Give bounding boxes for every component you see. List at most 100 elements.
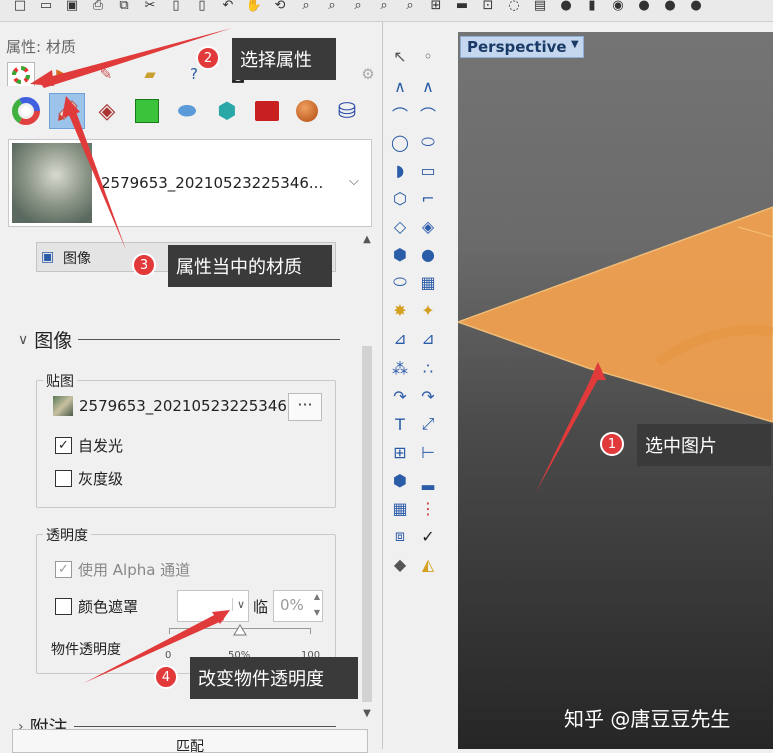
zoom-all-icon[interactable]: ⌕ xyxy=(400,0,420,14)
light-tool-icon[interactable]: ◭ xyxy=(416,552,440,576)
zoom-icon[interactable]: ⌕ xyxy=(296,0,316,14)
subtab-texture-ball[interactable] xyxy=(289,93,325,129)
loft-icon[interactable]: ◈ xyxy=(416,214,440,238)
surface-icon[interactable]: ◇ xyxy=(388,214,412,238)
spin-down-icon[interactable]: ▼ xyxy=(314,608,320,617)
move-icon[interactable]: ↷ xyxy=(388,384,412,408)
ellipse-icon[interactable]: ⬭ xyxy=(416,130,440,154)
tab-material[interactable] xyxy=(7,62,35,86)
copy-icon[interactable]: ⧉ xyxy=(114,0,134,14)
zoom-window-icon[interactable]: ⌕ xyxy=(322,0,342,14)
match-button[interactable]: 匹配 xyxy=(12,729,368,753)
render-shape-icon[interactable]: ◆ xyxy=(388,552,412,576)
rotate-icon[interactable]: ⟲ xyxy=(270,0,290,14)
scale-icon[interactable]: ⤢ xyxy=(416,412,440,436)
checkbox-box[interactable]: ✓ xyxy=(55,561,72,578)
grayscale-checkbox[interactable]: 灰度级 xyxy=(55,468,123,489)
tab-decal[interactable]: ✎ xyxy=(92,62,120,86)
polyline-icon[interactable]: ∧ xyxy=(388,74,412,98)
scroll-down-icon[interactable]: ▼ xyxy=(360,708,374,719)
subtab-database[interactable]: ⛁ xyxy=(329,93,365,129)
vertical-scrollbar[interactable]: ▲ ▼ xyxy=(360,232,374,724)
rectangle-icon[interactable]: ▭ xyxy=(416,158,440,182)
pan-hand-icon[interactable]: ✋ xyxy=(244,0,264,14)
layer-icon[interactable]: ▤ xyxy=(530,0,550,14)
mesh-icon[interactable]: ▦ xyxy=(416,270,440,294)
threshold-input[interactable]: 0% ▲ ▼ xyxy=(273,590,323,622)
zoom-selected-icon[interactable]: ⌕ xyxy=(374,0,394,14)
light-icon[interactable]: ● xyxy=(556,0,576,14)
select-arrow-icon[interactable]: ↖ xyxy=(388,44,412,68)
ungroup-icon[interactable]: ∴ xyxy=(416,356,440,380)
selected-image-plane[interactable] xyxy=(458,32,773,749)
curve-icon[interactable]: ⌒ xyxy=(388,102,412,126)
block-icon[interactable]: ⬢ xyxy=(388,468,412,492)
texture-browse-button[interactable]: ··· xyxy=(288,393,322,421)
subtab-shape[interactable]: ⬢ xyxy=(209,93,245,129)
rotate-view-icon[interactable]: ◌ xyxy=(504,0,524,14)
viewport-title-tab[interactable]: Perspective ▼ xyxy=(460,36,584,58)
spin-up-icon[interactable]: ▲ xyxy=(314,592,320,601)
transparency-slider-handle[interactable] xyxy=(233,624,247,636)
paste-icon[interactable]: ▯ xyxy=(166,0,186,14)
curve-points-icon[interactable]: ⌒ xyxy=(416,102,440,126)
lock-icon[interactable]: ▮ xyxy=(582,0,602,14)
analyze-icon[interactable]: ⧈ xyxy=(388,524,412,548)
tab-settings[interactable]: ⚙ xyxy=(354,62,382,86)
ruler-icon[interactable]: ▂ xyxy=(416,468,440,492)
explode-icon[interactable]: ✦ xyxy=(416,298,440,322)
new-file-icon[interactable]: □ xyxy=(10,0,30,14)
copy-points-icon[interactable]: ↷ xyxy=(416,384,440,408)
grid-icon[interactable]: ⊡ xyxy=(478,0,498,14)
image-section-header[interactable]: ∨ 图像 xyxy=(18,326,341,353)
split-icon[interactable]: ⊿ xyxy=(416,326,440,350)
render-icon[interactable]: ● xyxy=(660,0,680,14)
subtab-material[interactable] xyxy=(49,93,85,129)
material-ball-icon[interactable]: ● xyxy=(634,0,654,14)
car-icon[interactable]: ▬ xyxy=(452,0,472,14)
clipboard-icon[interactable]: ▯ xyxy=(192,0,212,14)
checkbox-box[interactable] xyxy=(55,470,72,487)
group-icon[interactable]: ⁂ xyxy=(388,356,412,380)
array-icon[interactable]: ▦ xyxy=(388,496,412,520)
scroll-up-icon[interactable]: ▲ xyxy=(360,234,374,245)
align-icon[interactable]: ⊞ xyxy=(388,440,412,464)
tab-render[interactable]: ▶ xyxy=(48,62,76,86)
print-icon[interactable]: ⎙ xyxy=(88,0,108,14)
cylinder-icon[interactable]: ⬭ xyxy=(388,270,412,294)
chevron-down-icon[interactable]: ▼ xyxy=(571,39,579,50)
fillet-icon[interactable]: ⌐ xyxy=(416,186,440,210)
box-icon[interactable]: ⬢ xyxy=(388,242,412,266)
subtab-plane[interactable] xyxy=(129,93,165,129)
zoom-extents-icon[interactable]: ⌕ xyxy=(348,0,368,14)
cut-icon[interactable]: ✂ xyxy=(140,0,160,14)
gear-transform-icon[interactable]: ✸ xyxy=(388,298,412,322)
point-icon[interactable]: ◦ xyxy=(416,44,440,68)
perspective-viewport[interactable]: Perspective ▼ xyxy=(458,32,773,749)
trim-icon[interactable]: ⊿ xyxy=(388,326,412,350)
checkbox-box[interactable]: ✓ xyxy=(55,437,72,454)
text-icon[interactable]: T xyxy=(388,412,412,436)
chevron-down-icon[interactable]: ⌵ xyxy=(349,174,359,189)
dimension-icon[interactable]: ⊢ xyxy=(416,440,440,464)
subtab-pattern[interactable]: ◈ xyxy=(89,93,125,129)
render-preview-icon[interactable]: ● xyxy=(686,0,706,14)
sphere-icon[interactable]: ● xyxy=(416,242,440,266)
array-linear-icon[interactable]: ⋮ xyxy=(416,496,440,520)
subtab-color[interactable] xyxy=(8,93,44,129)
arc-icon[interactable]: ◗ xyxy=(388,158,412,182)
tab-texture[interactable]: ▰ xyxy=(136,62,164,86)
line-icon[interactable]: ∧ xyxy=(416,74,440,98)
use-alpha-checkbox[interactable]: ✓ 使用 Alpha 通道 xyxy=(55,559,190,580)
material-selector[interactable]: 2579653_20210523225346... ⌵ xyxy=(8,139,372,227)
save-icon[interactable]: ▣ xyxy=(62,0,82,14)
color-wheel-icon[interactable]: ◉ xyxy=(608,0,628,14)
check-icon[interactable]: ✓ xyxy=(416,524,440,548)
checkbox-box[interactable] xyxy=(55,598,72,615)
self-illum-checkbox[interactable]: ✓ 自发光 xyxy=(55,435,123,456)
subtab-glass[interactable]: ⬬ xyxy=(169,93,205,129)
mask-color-dropdown[interactable]: ∨ xyxy=(177,590,249,622)
open-folder-icon[interactable]: ▭ xyxy=(36,0,56,14)
undo-icon[interactable]: ↶ xyxy=(218,0,238,14)
color-mask-checkbox[interactable]: 颜色遮罩 xyxy=(55,596,138,617)
